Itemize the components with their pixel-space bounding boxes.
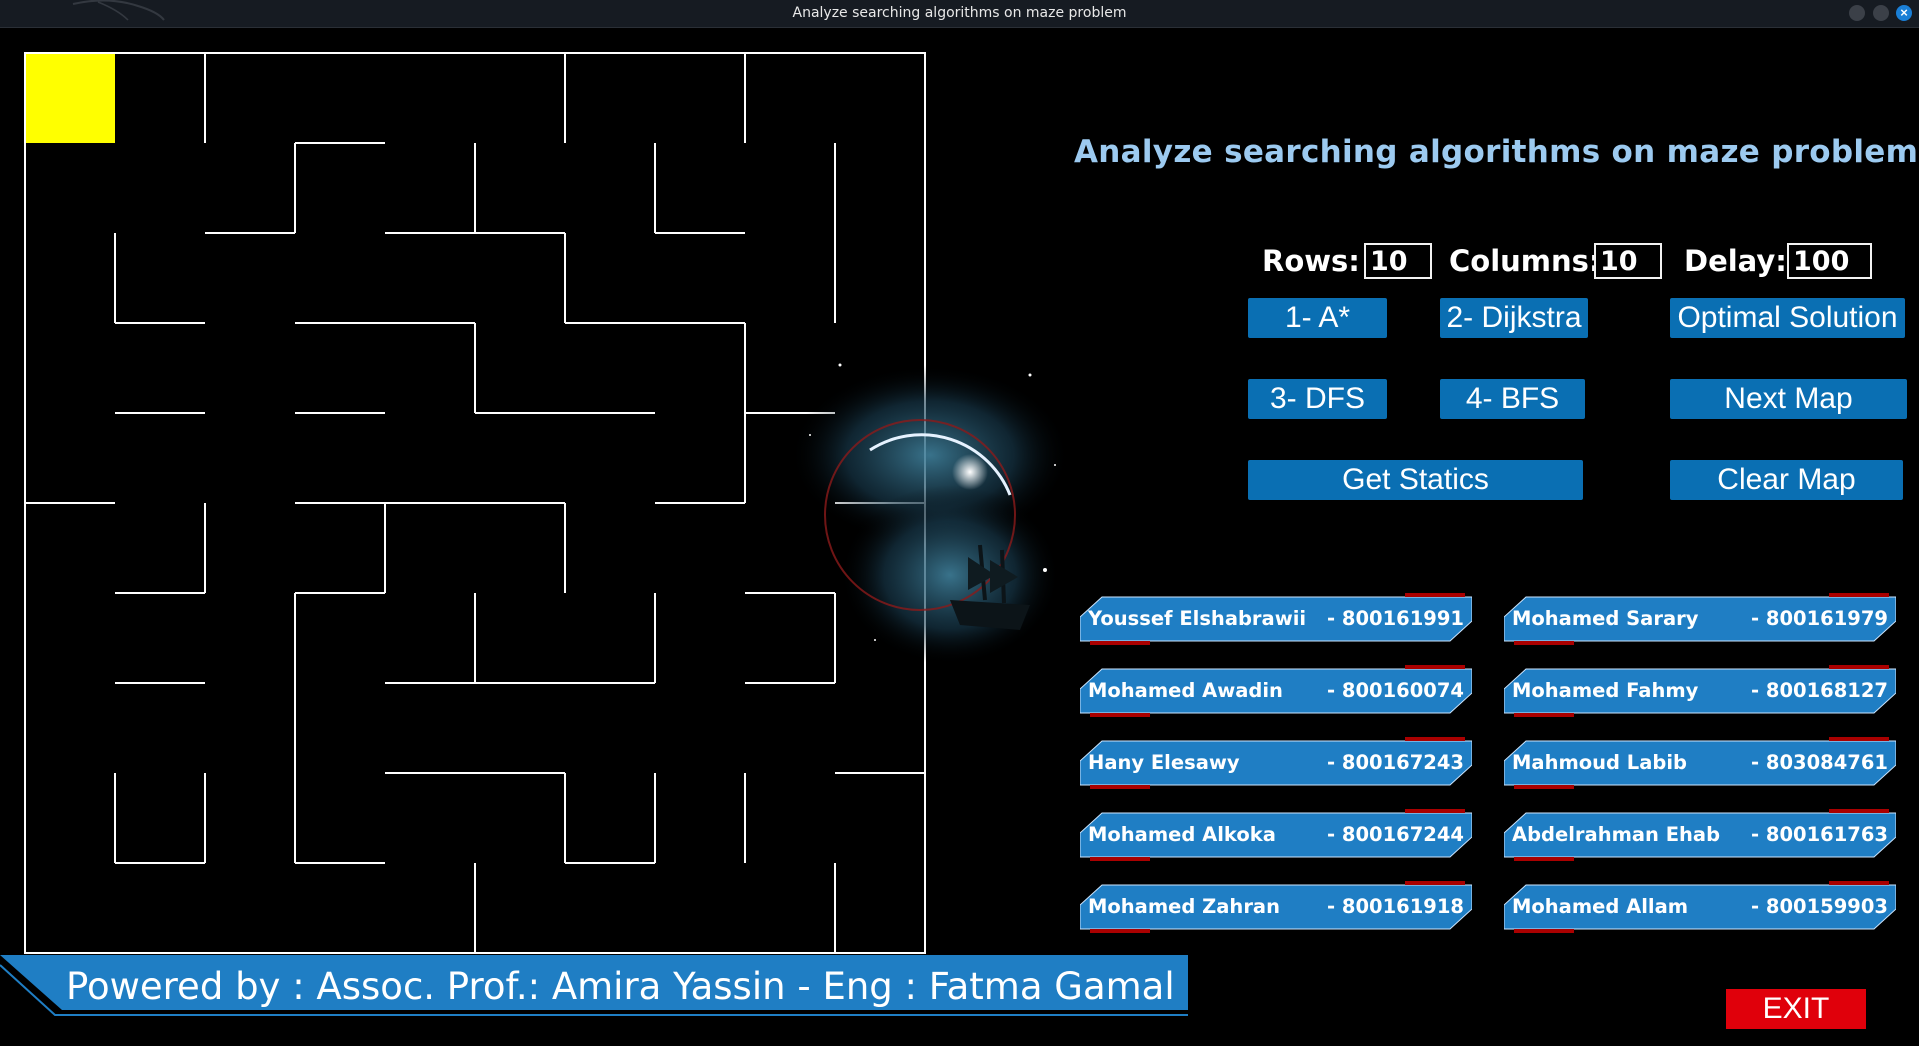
space-ship-artwork (790, 363, 1070, 665)
team-member-card: Hany Elesawy - 800167243 (1080, 737, 1472, 789)
member-id: - 800161991 (1327, 607, 1464, 630)
member-id: - 800167244 (1327, 823, 1464, 846)
astar-button[interactable]: 1- A* (1248, 298, 1387, 338)
member-id: - 800161979 (1751, 607, 1888, 630)
delay-label: Delay: (1684, 244, 1787, 278)
get-statics-button[interactable]: Get Statics (1248, 460, 1583, 500)
team-member-card: Mohamed Sarary - 800161979 (1504, 593, 1896, 645)
member-name: Mohamed Fahmy (1512, 679, 1699, 702)
minimize-button[interactable] (1849, 5, 1865, 21)
team-member-card: Mohamed Fahmy - 800168127 (1504, 665, 1896, 717)
exit-button[interactable]: EXIT (1726, 989, 1866, 1029)
member-id: - 800160074 (1327, 679, 1464, 702)
team-member-card: Mohamed Allam - 800159903 (1504, 881, 1896, 933)
team-member-card: Youssef Elshabrawii - 800161991 (1080, 593, 1472, 645)
team-member-card: Mohamed Alkoka - 800167244 (1080, 809, 1472, 861)
team-member-card: Mohamed Zahran - 800161918 (1080, 881, 1472, 933)
team-member-card: Mohamed Awadin - 800160074 (1080, 665, 1472, 717)
maximize-button[interactable] (1873, 5, 1889, 21)
credits-text: Powered by : Assoc. Prof.: Amira Yassin … (66, 965, 1175, 1008)
dijkstra-button[interactable]: 2- Dijkstra (1440, 298, 1588, 338)
member-id: - 800168127 (1751, 679, 1888, 702)
credits-banner: Powered by : Assoc. Prof.: Amira Yassin … (0, 955, 1190, 1033)
optimal-solution-button[interactable]: Optimal Solution (1670, 298, 1905, 338)
member-name: Mohamed Awadin (1088, 679, 1283, 702)
member-name: Mohamed Alkoka (1088, 823, 1276, 846)
member-name: Youssef Elshabrawii (1088, 607, 1307, 630)
window-title: Analyze searching algorithms on maze pro… (792, 5, 1127, 21)
app-title: Analyze searching algorithms on maze pro… (1074, 134, 1919, 170)
team-member-card: Abdelrahman Ehab - 800161763 (1504, 809, 1896, 861)
member-name: Mohamed Zahran (1088, 895, 1280, 918)
member-id: - 800161763 (1751, 823, 1888, 846)
window-titlebar: Analyze searching algorithms on maze pro… (0, 0, 1919, 28)
dfs-button[interactable]: 3- DFS (1248, 379, 1387, 419)
member-name: Mohamed Allam (1512, 895, 1689, 918)
columns-input[interactable] (1594, 243, 1662, 279)
member-name: Mahmoud Labib (1512, 751, 1687, 774)
start-cell (25, 53, 115, 143)
delay-input[interactable] (1787, 243, 1872, 279)
next-map-button[interactable]: Next Map (1670, 379, 1907, 419)
rows-input[interactable] (1364, 243, 1432, 279)
member-name: Mohamed Sarary (1512, 607, 1699, 630)
team-member-card: Mahmoud Labib - 803084761 (1504, 737, 1896, 789)
member-id: - 800159903 (1751, 895, 1888, 918)
close-button[interactable]: × (1896, 5, 1912, 21)
member-name: Hany Elesawy (1088, 751, 1240, 774)
member-id: - 803084761 (1751, 751, 1888, 774)
bfs-button[interactable]: 4- BFS (1440, 379, 1585, 419)
columns-label: Columns: (1449, 244, 1601, 278)
member-id: - 800167243 (1327, 751, 1464, 774)
clear-map-button[interactable]: Clear Map (1670, 460, 1903, 500)
rows-label: Rows: (1262, 244, 1360, 278)
member-name: Abdelrahman Ehab (1512, 823, 1721, 846)
member-id: - 800161918 (1327, 895, 1464, 918)
